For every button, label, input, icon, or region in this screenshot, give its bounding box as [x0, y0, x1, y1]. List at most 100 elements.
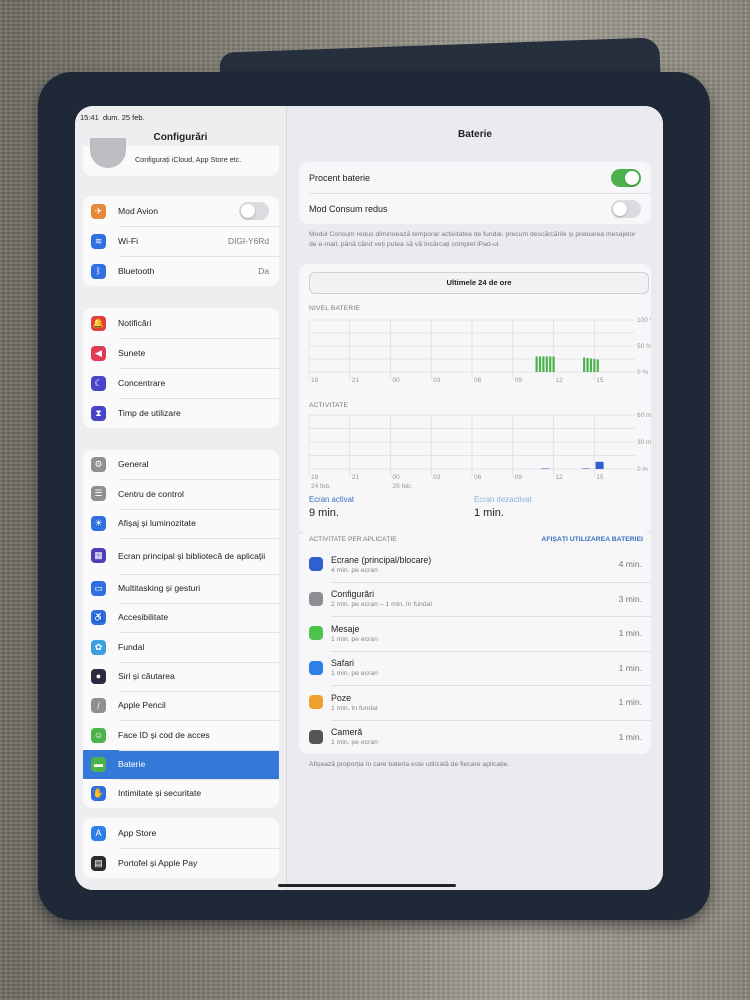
sidebar-item-label: General — [118, 459, 149, 470]
app-name: Ecrane (principal/blocare) — [331, 554, 432, 565]
bell-icon: 🔔 — [91, 315, 106, 331]
sidebar-item-app-store[interactable]: A App Store — [83, 818, 279, 848]
hourglass-icon: ⧗ — [91, 405, 106, 421]
x-tick-label: 03 — [433, 474, 441, 481]
sidebar-item-intimitate-si-securitate[interactable]: ✋ Intimitate și securitate — [83, 778, 279, 808]
app-usage-detail: 1 min. în fundal — [331, 704, 378, 712]
battery-level-bar — [583, 357, 586, 372]
sidebar-item-concentrare[interactable]: ☾ Concentrare — [83, 368, 279, 398]
camera-icon — [309, 729, 323, 744]
wallpaper-icon: ✿ — [91, 639, 106, 655]
battery-level-bar — [552, 356, 555, 372]
sidebar-item-label: Ecran principal și bibliotecă de aplicaț… — [118, 550, 266, 561]
sidebar-item-face-id-si-cod-de-acces[interactable]: ☺ Face ID și cod de acces — [83, 720, 279, 749]
sidebar-item-label: Baterie — [118, 758, 146, 769]
sidebar-item-label: Fundal — [118, 641, 145, 652]
x-date-label: 25 feb. — [393, 483, 413, 490]
sidebar-item-fundal[interactable]: ✿ Fundal — [83, 632, 279, 661]
activity-bar — [595, 461, 604, 469]
activity-bar — [541, 468, 550, 469]
x-tick-label: 06 — [474, 377, 482, 384]
settings-gear-icon — [309, 591, 323, 606]
battery-level-bar — [586, 357, 589, 372]
sidebar-item-value: Da — [258, 266, 269, 276]
x-tick-label: 12 — [556, 377, 564, 384]
app-usage-detail: 1 min. pe ecran — [331, 635, 378, 643]
sidebar-item-label: Sunete — [118, 347, 146, 358]
battery-detail-pane: Baterie Procent baterie Mod Consum redus… — [287, 106, 663, 890]
battery-settings-card: Procent baterie Mod Consum redus — [299, 162, 651, 224]
sidebar-item-wi-fi[interactable]: ≋ Wi-Fi DIGI-Y6Rd — [83, 226, 279, 256]
appstore-icon: A — [91, 825, 106, 841]
sidebar-item-centru-de-control[interactable]: ☰ Centru de control — [83, 479, 279, 508]
activity-bar — [582, 468, 591, 469]
sidebar-item-afisaj-si-luminozitate[interactable]: ☀ Afișaj și luminozitate — [83, 508, 279, 538]
sidebar-item-apple-pencil[interactable]: / Apple Pencil — [83, 691, 279, 720]
app-usage-time: 1 min. — [618, 731, 642, 742]
app-usage-detail: 1 min. pe ecran — [331, 670, 378, 678]
x-date-label: 24 feb. — [311, 483, 331, 490]
airplane-mode-toggle[interactable] — [239, 202, 269, 220]
y-tick-label: 100 % — [637, 317, 651, 324]
sidebar-item-multitasking-si-gesturi[interactable]: ▭ Multitasking și gesturi — [83, 573, 279, 603]
speaker-icon: ◀ — [91, 345, 106, 361]
sidebar-item-accesibilitate[interactable]: ♿ Accesibilitate — [83, 603, 279, 632]
sidebar-item-label: Timp de utilizare — [118, 407, 181, 418]
apple-id-profile[interactable]: Configurați iCloud, App Store etc. — [83, 138, 279, 176]
app-usage-detail: 4 min. pe ecran — [331, 566, 378, 574]
screen-off-value: 1 min. — [474, 507, 504, 519]
app-usage-row[interactable]: Configurări 2 min. pe ecran – 1 min. în … — [299, 581, 651, 617]
x-tick-label: 18 — [311, 377, 319, 384]
accessibility-icon: ♿ — [91, 610, 106, 626]
app-usage-time: 1 min. — [618, 628, 642, 639]
app-name: Safari — [331, 658, 354, 669]
profile-subtitle: Configurați iCloud, App Store etc. — [135, 155, 242, 164]
sidebar-item-timp-de-utilizare[interactable]: ⧗ Timp de utilizare — [83, 398, 279, 428]
settings-group: A App Store ▤ Portofel și Apple Pay — [83, 818, 279, 878]
x-tick-label: 00 — [393, 377, 401, 384]
sidebar-item-baterie[interactable]: ▬ Baterie — [83, 749, 279, 779]
app-usage-time: 3 min. — [618, 593, 642, 604]
battery-percentage-toggle[interactable] — [611, 168, 641, 187]
sidebar-item-label: Siri și căutarea — [118, 671, 175, 682]
show-battery-usage-link[interactable]: AFIȘAȚI UTILIZAREA BATERIEI — [541, 536, 643, 543]
sidebar-item-label: Mod Avion — [118, 205, 158, 216]
last-24-hours-button[interactable]: Ultimele 24 de ore — [309, 272, 649, 294]
activity-chart: 18 21 00 03 06 09 12 15 60 m 30 m 0 m 24 feb. 25 feb… — [308, 412, 651, 490]
settings-group: ⚙ General ☰ Centru de control ☀ Afișaj și lum… — [83, 450, 279, 809]
screen-on-label: Ecran activat — [309, 495, 355, 504]
app-usage-row[interactable]: Safari 1 min. pe ecran 1 min. — [299, 650, 651, 686]
toggles-icon: ☰ — [91, 486, 106, 502]
sidebar-item-label: Concentrare — [118, 377, 166, 388]
home-indicator[interactable] — [278, 884, 456, 887]
wifi-icon: ≋ — [91, 233, 106, 249]
x-tick-label: 15 — [596, 377, 604, 384]
hand-icon: ✋ — [91, 786, 106, 802]
battery-level-bar — [593, 359, 596, 372]
sidebar-item-siri-si-cautarea[interactable]: ● Siri și căutarea — [83, 661, 279, 691]
screen-on-value: 9 min. — [309, 507, 339, 519]
sidebar-item-ecran-principal-si-biblioteca-de-aplicatii[interactable]: ▦ Ecran principal și bibliotecă de aplica… — [83, 537, 279, 574]
app-usage-row[interactable]: Cameră 1 min. pe ecran 1 min. — [299, 719, 651, 755]
sidebar-item-label: Intimitate și securitate — [118, 788, 202, 799]
app-usage-row[interactable]: Poze 1 min. în fundal 1 min. — [299, 685, 651, 720]
low-power-mode-toggle[interactable] — [611, 199, 641, 218]
sidebar-item-general[interactable]: ⚙ General — [83, 450, 279, 479]
sidebar-item-portofel-si-apple-pay[interactable]: ▤ Portofel și Apple Pay — [83, 848, 279, 878]
battery-level-bar — [589, 358, 593, 372]
app-usage-row[interactable]: Ecrane (principal/blocare) 4 min. pe ecr… — [299, 547, 651, 582]
battery-level-bar — [535, 356, 538, 372]
sidebar-item-mod-avion[interactable]: ✈ Mod Avion — [83, 196, 279, 226]
sidebar-item-sunete[interactable]: ◀ Sunete — [83, 338, 279, 368]
sidebar-item-notificari[interactable]: 🔔 Notificări — [83, 308, 279, 338]
x-tick-label: 18 — [311, 474, 319, 481]
x-tick-label: 12 — [556, 474, 564, 481]
app-usage-row[interactable]: Mesaje 1 min. pe ecran 1 min. — [299, 616, 651, 651]
usage-chart-card: Ultimele 24 de ore NIVEL BATERIE 18 21 00 0… — [299, 264, 651, 534]
settings-group: ✈ Mod Avion ≋ Wi-Fi DIGI-Y6Rd ᛒ Bluetooth Da — [83, 196, 279, 286]
x-tick-label: 21 — [352, 377, 360, 384]
app-name: Configurări — [331, 589, 375, 600]
x-tick-label: 21 — [352, 474, 360, 481]
x-tick-label: 15 — [596, 474, 604, 481]
sidebar-item-bluetooth[interactable]: ᛒ Bluetooth Da — [83, 256, 279, 286]
